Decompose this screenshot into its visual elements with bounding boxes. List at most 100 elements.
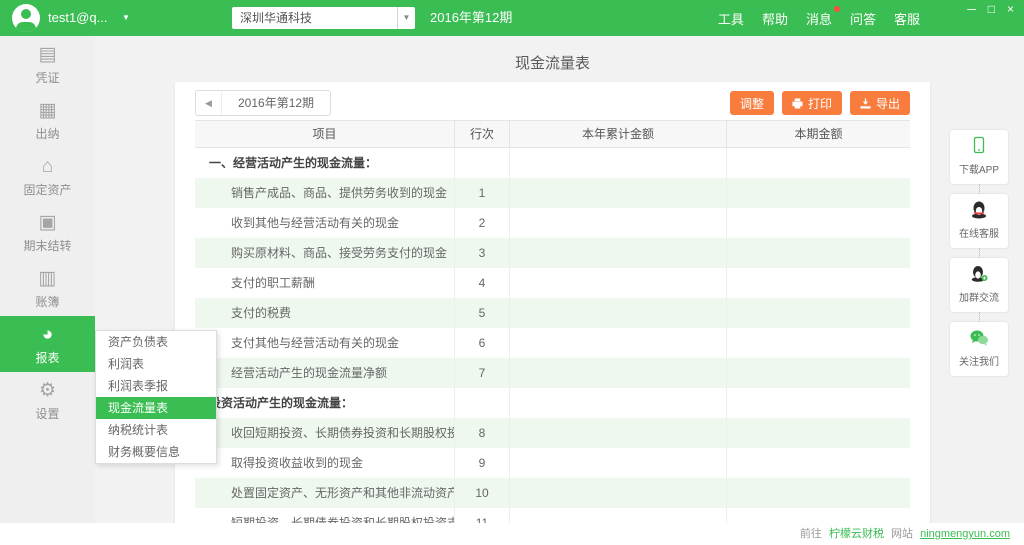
phone-icon (970, 136, 988, 156)
adjust-button[interactable]: 调整 (730, 91, 774, 115)
fixed-assets-icon: ⌂ (0, 156, 95, 178)
sidebar-item-cashier[interactable]: ▦ 出纳 (0, 92, 95, 148)
topbar-menu: 工具 帮助 消息 问答 客服 (718, 0, 920, 36)
username-label[interactable]: test1@q... (48, 0, 107, 36)
submenu-balance-sheet[interactable]: 资产负债表 (96, 331, 216, 353)
period-cell (727, 148, 910, 178)
sidebar-item-reports[interactable]: ◕ 报表 (0, 316, 95, 372)
gear-icon: ⚙ (0, 380, 95, 402)
join-group-widget[interactable]: 加群交流 (950, 258, 1008, 312)
item-cell: 经营活动产生的现金流量净额 (195, 358, 455, 388)
table-row[interactable]: 取得投资收益收到的现金 9 (195, 448, 910, 478)
cash-flow-table: 项目 行次 本年累计金额 本期金额 一、经营活动产生的现金流量： 销售产成品、商… (195, 120, 910, 523)
period-cell (727, 418, 910, 448)
line-cell: 2 (455, 208, 510, 238)
widget-label: 关注我们 (950, 353, 1008, 368)
follow-us-widget[interactable]: 关注我们 (950, 322, 1008, 376)
print-button[interactable]: 打印 (782, 91, 842, 115)
table-row[interactable]: 支付其他与经营活动有关的现金 6 (195, 328, 910, 358)
sidebar-item-settings[interactable]: ⚙ 设置 (0, 372, 95, 428)
menu-qa[interactable]: 问答 (850, 9, 876, 28)
period-closing-icon: ▣ (0, 212, 95, 234)
table-row[interactable]: 处置固定资产、无形资产和其他非流动资产收回的现金净额 10 (195, 478, 910, 508)
submenu-income-statement[interactable]: 利润表 (96, 353, 216, 375)
export-button[interactable]: 导出 (850, 91, 910, 115)
side-widget-panel: 下载APP 在线客服 加群交流 关注我们 (950, 130, 1008, 376)
company-select-value: 深圳华通科技 (232, 7, 415, 29)
submenu-finance-summary[interactable]: 财务概要信息 (96, 441, 216, 463)
maximize-button[interactable]: □ (988, 2, 995, 16)
sidebar-item-fixed-assets[interactable]: ⌂ 固定资产 (0, 148, 95, 204)
page-title: 现金流量表 (175, 52, 930, 73)
column-header-line: 行次 (455, 121, 510, 147)
table-row[interactable]: 短期投资、长期债券投资和长期股权投资支付的现金 11 (195, 508, 910, 523)
report-toolbar: ◀ 2016年第12期 调整 打印 导出 (195, 90, 910, 116)
table-row[interactable]: 支付的税费 5 (195, 298, 910, 328)
item-cell: 销售产成品、商品、提供劳务收到的现金 (195, 178, 455, 208)
window-controls: ─ □ × (967, 2, 1014, 16)
menu-messages[interactable]: 消息 (806, 9, 832, 28)
table-row[interactable]: 购买原材料、商品、接受劳务支付的现金 3 (195, 238, 910, 268)
table-row[interactable]: 经营活动产生的现金流量净额 7 (195, 358, 910, 388)
widget-label: 下载APP (950, 161, 1008, 176)
table-row[interactable]: 一、经营活动产生的现金流量： (195, 148, 910, 178)
print-icon (792, 98, 803, 109)
table-row[interactable]: 销售产成品、商品、提供劳务收到的现金 1 (195, 178, 910, 208)
sidebar-item-voucher[interactable]: ▤ 凭证 (0, 36, 95, 92)
table-row[interactable]: 收到其他与经营活动有关的现金 2 (195, 208, 910, 238)
sidebar-item-label: 凭证 (0, 69, 95, 86)
menu-messages-label: 消息 (806, 12, 832, 27)
period-nav-label: 2016年第12期 (222, 91, 330, 115)
submenu-cash-flow-statement[interactable]: 现金流量表 (96, 397, 216, 419)
sidebar-item-account-books[interactable]: ▥ 账簿 (0, 260, 95, 316)
footer-site-link[interactable]: ningmengyun.com (920, 528, 1010, 540)
column-header-period-amount: 本期金额 (727, 121, 910, 147)
reports-icon: ◕ (0, 324, 95, 346)
menu-help[interactable]: 帮助 (762, 9, 788, 28)
line-cell (455, 388, 510, 418)
submenu-income-statement-quarterly[interactable]: 利润表季报 (96, 375, 216, 397)
online-service-widget[interactable]: 在线客服 (950, 194, 1008, 248)
chevron-down-icon: ▼ (397, 7, 415, 29)
period-cell (727, 208, 910, 238)
notification-badge (834, 6, 840, 12)
item-cell: 一、经营活动产生的现金流量： (195, 148, 455, 178)
download-app-widget[interactable]: 下载APP (950, 130, 1008, 184)
sidebar-item-label: 设置 (0, 405, 95, 422)
sidebar-item-period-closing[interactable]: ▣ 期末结转 (0, 204, 95, 260)
table-row[interactable]: 支付的职工薪酬 4 (195, 268, 910, 298)
line-cell (455, 148, 510, 178)
ytd-cell (510, 478, 727, 508)
period-cell (727, 478, 910, 508)
ytd-cell (510, 448, 727, 478)
ytd-cell (510, 388, 727, 418)
menu-tools[interactable]: 工具 (718, 9, 744, 28)
column-header-ytd-amount: 本年累计金额 (510, 121, 727, 147)
user-avatar[interactable] (12, 4, 40, 32)
item-cell: 取得投资收益收到的现金 (195, 448, 455, 478)
company-select[interactable]: 深圳华通科技 ▼ (232, 7, 415, 29)
footer-brand-link[interactable]: 柠檬云财税 (829, 528, 884, 540)
reports-submenu: 资产负债表 利润表 利润表季报 现金流量表 纳税统计表 财务概要信息 (95, 330, 217, 464)
previous-period-button[interactable]: ◀ (196, 91, 222, 115)
cashier-icon: ▦ (0, 100, 95, 122)
footer-middle: 网站 (891, 528, 913, 540)
sidebar-item-label: 期末结转 (0, 237, 95, 254)
submenu-tax-statistics[interactable]: 纳税统计表 (96, 419, 216, 441)
footer: 前往 柠檬云财税 网站 ningmengyun.com (0, 523, 1024, 545)
table-row[interactable]: 投资活动产生的现金流量： (195, 388, 910, 418)
item-cell: 支付的职工薪酬 (195, 268, 455, 298)
period-cell (727, 268, 910, 298)
qq-group-icon (970, 264, 988, 284)
sidebar-item-label: 报表 (0, 349, 95, 366)
ytd-cell (510, 508, 727, 523)
current-period-label: 2016年第12期 (430, 0, 512, 36)
line-cell: 10 (455, 478, 510, 508)
action-buttons: 调整 打印 导出 (730, 91, 910, 115)
menu-service[interactable]: 客服 (894, 9, 920, 28)
user-menu-caret-icon[interactable]: ▼ (122, 0, 130, 36)
line-cell: 1 (455, 178, 510, 208)
table-row[interactable]: 收回短期投资、长期债券投资和长期股权投资收到的现金 8 (195, 418, 910, 448)
close-button[interactable]: × (1007, 2, 1014, 16)
minimize-button[interactable]: ─ (967, 2, 976, 16)
